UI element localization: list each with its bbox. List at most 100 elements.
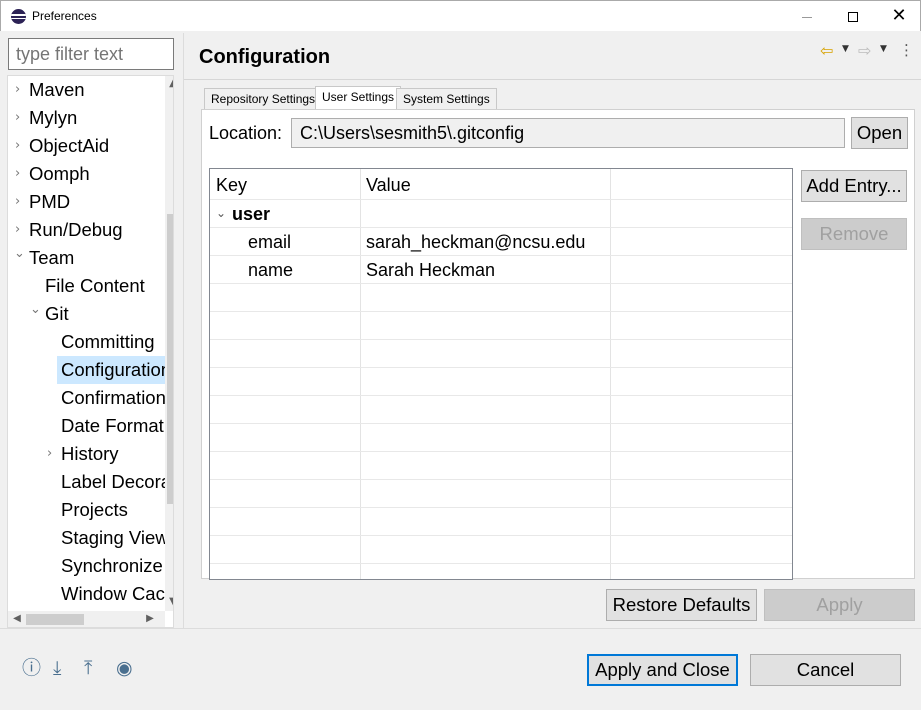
group-row-user[interactable]: user	[232, 200, 270, 228]
import-icon[interactable]: ⤓	[53, 655, 61, 681]
help-icon[interactable]: ⓘ	[22, 655, 41, 681]
tree-item-label: ObjectAid	[29, 135, 110, 156]
tree-item-history[interactable]: › History	[8, 440, 165, 468]
scroll-up-icon[interactable]: ▲	[165, 78, 173, 89]
tree-item-staging-view[interactable]: Staging View	[8, 524, 169, 552]
divider	[0, 628, 921, 629]
row-divider	[210, 451, 792, 452]
tree-item-label: Window Cache	[61, 583, 174, 604]
table-row-key[interactable]: name	[248, 256, 293, 284]
tree-item-run-debug[interactable]: › Run/Debug	[8, 216, 165, 244]
more-options-icon[interactable]: ⋮	[899, 41, 914, 59]
divider	[184, 79, 921, 80]
row-divider	[210, 199, 792, 200]
remove-button[interactable]: Remove	[801, 218, 907, 250]
tree-item-label: Team	[29, 247, 75, 268]
tree-item-projects[interactable]: Projects	[8, 496, 165, 524]
record-icon[interactable]: ◉	[116, 655, 133, 681]
chevron-right-icon[interactable]: ›	[15, 104, 20, 132]
close-button[interactable]: ✕	[876, 1, 921, 31]
row-divider	[210, 311, 792, 312]
tree-item-pmd[interactable]: › PMD	[8, 188, 165, 216]
tree-item-label-decorations[interactable]: Label Decorations	[8, 468, 173, 496]
tree-item-maven[interactable]: › Maven	[8, 76, 165, 104]
close-icon: ✕	[891, 5, 907, 26]
tree-item-label: Committing	[61, 331, 155, 352]
tree-item-window-cache[interactable]: Window Cache	[8, 580, 173, 608]
table-row-value[interactable]: Sarah Heckman	[366, 256, 495, 284]
row-divider	[210, 395, 792, 396]
title-bar: Preferences ✕	[0, 0, 921, 31]
page-navigation: ⇦ ▼ ⇨ ▼ ⋮	[820, 41, 914, 61]
open-button[interactable]: Open	[851, 117, 908, 149]
column-divider	[360, 169, 361, 579]
forward-arrow-icon[interactable]: ⇨	[858, 41, 871, 60]
back-arrow-icon[interactable]: ⇦	[820, 41, 833, 60]
column-header-key[interactable]: Key	[210, 169, 360, 199]
tree-vertical-scrollbar[interactable]: ▲ ▼	[165, 76, 173, 611]
chevron-right-icon[interactable]: ›	[47, 440, 52, 468]
chevron-down-icon[interactable]: ⌄	[14, 240, 25, 268]
tree-item-label: Mylyn	[29, 107, 78, 128]
tree-item-label: Projects	[61, 499, 128, 520]
tree-item-label: History	[61, 443, 119, 464]
tree-item-label: Maven	[29, 79, 85, 100]
tree-item-label: File Content	[45, 275, 145, 296]
page-title: Configuration	[199, 46, 331, 68]
table-row-value[interactable]: sarah_heckman@ncsu.edu	[366, 228, 585, 256]
tree-item-committing[interactable]: Committing	[8, 328, 165, 356]
tree-item-oomph[interactable]: › Oomph	[8, 160, 165, 188]
table-row-key[interactable]: email	[248, 228, 291, 256]
chevron-right-icon[interactable]: ›	[15, 160, 20, 188]
tree-item-objectaid[interactable]: › ObjectAid	[8, 132, 165, 160]
cancel-button[interactable]: Cancel	[750, 654, 901, 686]
chevron-right-icon[interactable]: ›	[15, 188, 20, 216]
row-divider	[210, 535, 792, 536]
chevron-down-icon[interactable]: ⌄	[30, 296, 41, 324]
location-field[interactable]: C:\Users\sesmith5\.gitconfig	[291, 118, 845, 148]
tree-item-label: Date Format	[61, 415, 164, 436]
maximize-icon	[848, 12, 858, 23]
chevron-down-icon[interactable]: ▼	[842, 44, 849, 54]
tab-user-settings[interactable]: User Settings	[315, 86, 402, 110]
row-divider	[210, 283, 792, 284]
preference-page: Configuration ⇦ ▼ ⇨ ▼ ⋮ Repository Setti…	[183, 33, 921, 628]
chevron-right-icon[interactable]: ›	[15, 76, 20, 104]
tree-item-date-format[interactable]: Date Format	[8, 412, 165, 440]
scrollbar-thumb[interactable]	[167, 214, 173, 504]
tree-item-confirmations[interactable]: Confirmations	[8, 384, 173, 412]
maximize-button[interactable]	[830, 1, 876, 31]
scroll-left-icon[interactable]: ◀	[9, 613, 25, 624]
scrollbar-thumb[interactable]	[26, 614, 84, 625]
apply-and-close-button[interactable]: Apply and Close	[587, 654, 738, 686]
restore-defaults-button[interactable]: Restore Defaults	[606, 589, 757, 621]
apply-button[interactable]: Apply	[764, 589, 915, 621]
tree-item-label: PMD	[29, 191, 71, 212]
eclipse-icon	[11, 9, 26, 24]
scroll-right-icon[interactable]: ▶	[142, 613, 158, 624]
chevron-right-icon[interactable]: ›	[15, 132, 20, 160]
tree-item-label: Synchronize	[61, 555, 163, 576]
export-icon[interactable]: ⤒	[84, 655, 92, 681]
add-entry-button[interactable]: Add Entry...	[801, 170, 907, 202]
filter-input[interactable]	[8, 38, 174, 70]
scroll-down-icon[interactable]: ▼	[165, 596, 173, 607]
minimize-icon	[802, 16, 812, 18]
tree-item-synchronize[interactable]: Synchronize	[8, 552, 165, 580]
chevron-down-icon[interactable]: ⌄	[216, 199, 226, 227]
tree-item-mylyn[interactable]: › Mylyn	[8, 104, 165, 132]
column-header-value[interactable]: Value	[360, 169, 610, 199]
tree-item-configuration[interactable]: Configuration	[57, 356, 171, 384]
tree-item-team[interactable]: ⌄ Team	[8, 244, 165, 272]
tree-item-git[interactable]: ⌄ Git	[8, 300, 165, 328]
minimize-button[interactable]	[784, 1, 830, 31]
tree-horizontal-scrollbar[interactable]: ◀ ▶	[8, 611, 165, 627]
column-divider	[610, 169, 611, 579]
row-divider	[210, 339, 792, 340]
chevron-down-icon[interactable]: ▼	[880, 44, 887, 54]
tab-system-settings[interactable]: System Settings	[396, 88, 497, 110]
location-label: Location:	[209, 123, 283, 143]
tree-item-label: Git	[45, 303, 69, 324]
tab-repository-settings[interactable]: Repository Settings	[204, 88, 323, 110]
tree-item-label: Configuration	[61, 359, 172, 380]
